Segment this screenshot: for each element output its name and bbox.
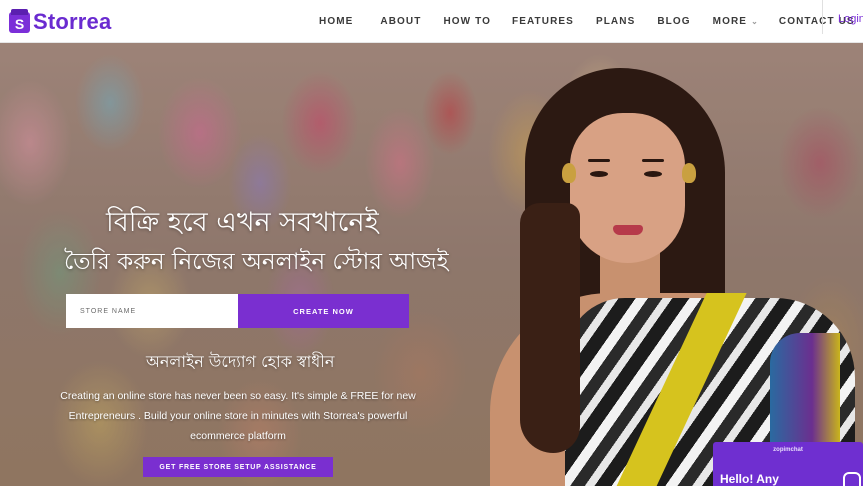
chat-brand: zopimchat <box>773 447 803 453</box>
hero-tagline: অনলাইন উদ্যোগ হোক স্বাধীন <box>146 352 335 371</box>
nav-more-label: MORE <box>712 15 748 27</box>
hero-subheadline: তৈরি করুন নিজের অনলাইন স্টোর আজই <box>64 249 449 275</box>
nav-about[interactable]: ABOUT <box>380 16 421 27</box>
nav-more[interactable]: MORE ⌄ <box>713 16 759 27</box>
create-now-button[interactable]: CREATE NOW <box>238 294 409 328</box>
store-name-input[interactable] <box>66 294 238 328</box>
hero-description: Creating an online store has never been … <box>60 390 416 442</box>
nav-divider <box>822 0 823 34</box>
nav-plans[interactable]: PLANS <box>596 16 635 27</box>
storrea-logo[interactable]: S Storrea <box>9 8 112 35</box>
login-link[interactable]: Login <box>838 13 863 25</box>
chat-widget[interactable]: zopimchat Hello! Any <box>713 442 863 486</box>
site-header: S Storrea HOME ABOUT HOW TO FEATURES PLA… <box>0 0 863 43</box>
nav-how-to[interactable]: HOW TO <box>443 16 491 27</box>
nav-home[interactable]: HOME <box>319 16 353 27</box>
nav-blog[interactable]: BLOG <box>657 16 690 27</box>
main-nav: HOME ABOUT HOW TO FEATURES PLANS BLOG MO… <box>319 0 855 42</box>
hero-model-image <box>470 43 863 486</box>
hero-headline: বিক্রি হবে এখন সবখানেই <box>106 207 379 238</box>
chevron-down-icon: ⌄ <box>751 16 759 26</box>
chat-bubble-icon <box>843 472 861 486</box>
brand-name: Storrea <box>33 9 112 34</box>
nav-features[interactable]: FEATURES <box>512 16 574 27</box>
shopping-bag-icon: S <box>9 8 30 33</box>
chat-greeting: Hello! Any <box>720 472 779 486</box>
free-setup-assistance-button[interactable]: GET FREE STORE SETUP ASSISTANCE <box>143 457 333 477</box>
